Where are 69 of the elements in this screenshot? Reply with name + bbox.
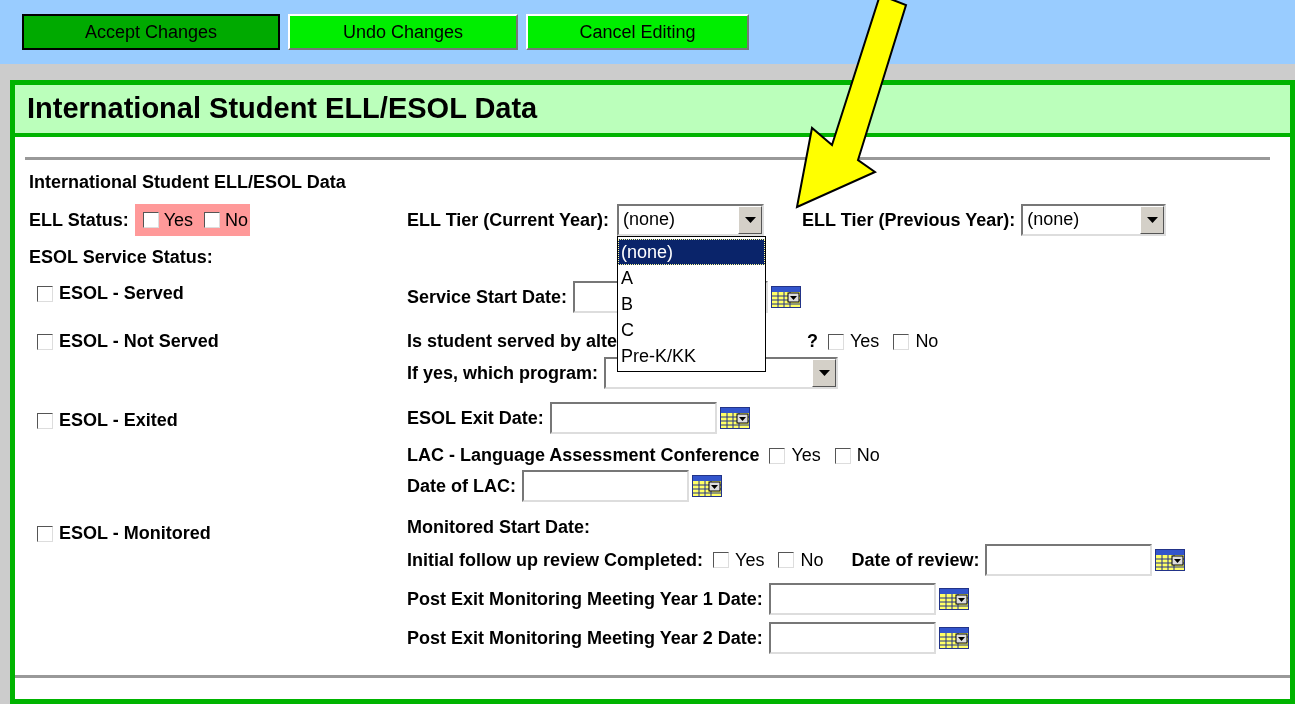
toolbar-button[interactable]: Accept Changes (22, 14, 280, 50)
status-label: ESOL - Served (59, 282, 184, 305)
date-field[interactable] (768, 583, 936, 615)
section-title: International Student ELL/ESOL Data (29, 171, 346, 194)
option-label: Yes (791, 444, 821, 467)
field-label: Date of LAC: (407, 474, 516, 498)
panel-title: International Student ELL/ESOL Data (27, 91, 538, 127)
field-label: Post Exit Monitoring Meeting Year 2 Date: (407, 626, 763, 650)
dropdown-button[interactable] (812, 359, 837, 387)
calendar-icon[interactable] (1155, 549, 1186, 571)
option-label: Yes (850, 330, 880, 353)
checkbox[interactable] (37, 525, 53, 542)
dropdown-option[interactable]: A (618, 265, 766, 291)
date-field[interactable] (768, 622, 936, 654)
dropdown-button[interactable] (738, 206, 763, 234)
calendar-icon[interactable] (692, 475, 722, 497)
option-label: No (915, 330, 939, 353)
field-label: Date of review: (851, 548, 980, 572)
field-label: ESOL Service Status: (29, 245, 213, 269)
checkbox[interactable] (769, 447, 786, 464)
date-field[interactable] (522, 470, 689, 502)
date-field[interactable] (549, 402, 717, 434)
checkbox[interactable] (142, 212, 159, 228)
field-label: ELL Tier (Previous Year): (802, 208, 1016, 232)
checkbox[interactable] (828, 333, 844, 350)
status-label: ESOL - Not Served (59, 330, 219, 353)
dropdown-button[interactable] (1140, 206, 1165, 234)
field-label: Is student served by alte (407, 330, 618, 353)
caret-icon (1146, 216, 1158, 224)
caret-icon (744, 216, 756, 224)
select-field[interactable]: (none) (1021, 204, 1167, 236)
option-label: No (856, 444, 880, 467)
field-label: ESOL Exit Date: (407, 406, 544, 430)
option-label: No (225, 208, 249, 232)
calendar-icon[interactable] (719, 407, 750, 429)
field-label: LAC - Language Assessment Conference (407, 444, 760, 467)
checkbox[interactable] (204, 212, 221, 228)
calendar-icon[interactable] (938, 588, 969, 610)
toolbar-button[interactable]: Cancel Editing (526, 14, 749, 50)
dropdown-option[interactable]: B (618, 291, 766, 317)
dropdown-option[interactable]: Pre-K/KK (618, 343, 766, 369)
checkbox[interactable] (37, 285, 53, 302)
field-label: Service Start Date: (407, 285, 568, 309)
dropdown-option[interactable]: (none) (618, 239, 766, 265)
checkbox[interactable] (778, 552, 795, 568)
checkbox[interactable] (713, 552, 730, 568)
select-field[interactable]: (none) (617, 204, 765, 236)
calendar-icon[interactable] (938, 627, 969, 649)
option-label: Yes (735, 548, 765, 572)
checkbox[interactable] (37, 412, 53, 429)
field-label: ELL Tier (Current Year): (407, 208, 610, 232)
status-label: ESOL - Monitored (59, 522, 211, 545)
date-field[interactable] (985, 544, 1153, 576)
checkbox[interactable] (834, 447, 851, 464)
checkbox[interactable] (893, 333, 910, 350)
field-label: Post Exit Monitoring Meeting Year 1 Date: (407, 587, 763, 611)
field-label: If yes, which program: (407, 361, 599, 385)
field-label: ELL Status: (29, 208, 129, 232)
option-label: Yes (163, 208, 194, 232)
dropdown-option[interactable]: C (618, 317, 766, 343)
calendar-icon[interactable] (771, 286, 802, 308)
field-label: Monitored Start Date: (407, 516, 590, 539)
option-label: No (800, 548, 824, 572)
checkbox[interactable] (37, 333, 53, 350)
field-label: Initial follow up review Completed: (407, 548, 704, 572)
field-label: ? (807, 330, 818, 353)
caret-icon (818, 369, 830, 377)
status-label: ESOL - Exited (59, 409, 178, 432)
toolbar-button[interactable]: Undo Changes (288, 14, 518, 50)
